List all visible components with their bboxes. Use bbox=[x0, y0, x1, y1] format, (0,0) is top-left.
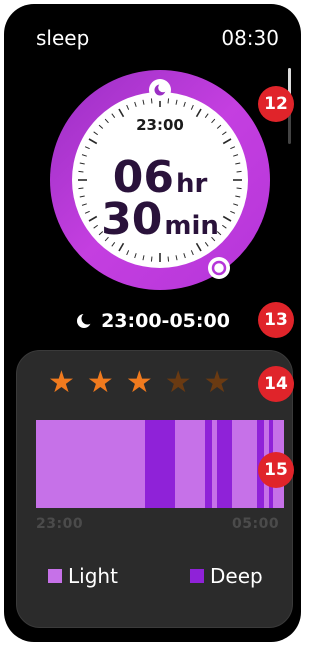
badge-15: 15 bbox=[258, 452, 294, 488]
badge-14: 14 bbox=[258, 366, 294, 402]
sleep-stage-bar bbox=[36, 420, 284, 508]
sleep-range-text: 23:00-05:00 bbox=[101, 310, 230, 332]
star-filled-icon: ★ bbox=[125, 365, 153, 400]
bedtime-label: 23:00 bbox=[136, 116, 184, 134]
deep-sleep-segment bbox=[217, 420, 232, 508]
star-empty-icon: ★ bbox=[203, 365, 231, 400]
dial-tick bbox=[150, 256, 153, 262]
light-swatch bbox=[48, 569, 62, 583]
deep-swatch bbox=[190, 569, 204, 583]
watch-screen: sleep 08:30 23:00 06hr 30min 12 23:00-05… bbox=[4, 4, 301, 642]
moon-icon[interactable] bbox=[149, 79, 171, 101]
badge-13: 13 bbox=[258, 302, 294, 338]
legend-deep: Deep bbox=[190, 564, 263, 588]
dial-tick bbox=[236, 187, 242, 190]
alarm-dot-icon[interactable] bbox=[208, 257, 230, 279]
minutes-unit: min bbox=[164, 211, 219, 241]
star-empty-icon: ★ bbox=[164, 365, 192, 400]
sleep-rating: ★ ★ ★ ★ ★ bbox=[48, 368, 231, 398]
deep-sleep-segment bbox=[204, 420, 213, 508]
dial-tick bbox=[236, 170, 242, 173]
legend-deep-label: Deep bbox=[210, 564, 263, 588]
legend-light: Light bbox=[48, 564, 118, 588]
moon-icon bbox=[77, 312, 94, 328]
star-filled-icon: ★ bbox=[48, 365, 75, 400]
hours-unit: hr bbox=[176, 169, 208, 199]
dial-tick bbox=[167, 98, 170, 104]
dial-tick bbox=[78, 170, 84, 173]
legend-light-label: Light bbox=[68, 564, 118, 588]
sleep-range: 23:00-05:00 bbox=[4, 310, 301, 332]
minutes-value: 30 bbox=[101, 194, 162, 245]
deep-sleep-segment bbox=[145, 420, 175, 508]
dial-tick bbox=[78, 187, 84, 190]
dial-tick bbox=[150, 98, 153, 104]
badge-12: 12 bbox=[258, 86, 294, 122]
stage-end-time: 05:00 bbox=[232, 516, 280, 532]
star-filled-icon: ★ bbox=[86, 365, 114, 400]
stage-start-time: 23:00 bbox=[36, 516, 84, 532]
sleep-dial: 23:00 06hr 30min bbox=[50, 70, 270, 290]
dial-tick bbox=[167, 256, 170, 262]
